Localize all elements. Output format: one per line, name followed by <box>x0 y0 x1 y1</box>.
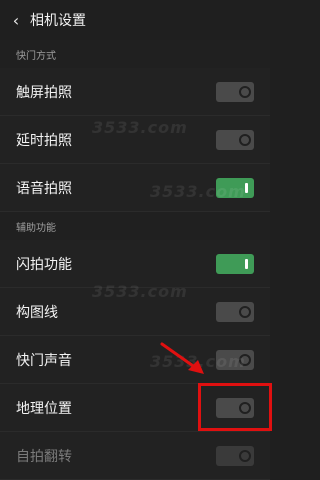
setting-label: 构图线 <box>16 304 58 321</box>
toggle-knob <box>239 85 251 98</box>
page-title: 相机设置 <box>30 13 86 29</box>
section-header-assist: 辅助功能 <box>0 212 270 240</box>
back-button[interactable]: ‹ <box>4 0 28 40</box>
section-header-shutter: 快门方式 <box>0 40 270 68</box>
setting-label: 闪拍功能 <box>16 256 72 273</box>
toggle-knob <box>245 258 248 269</box>
header-bar: ‹ 相机设置 <box>0 0 270 40</box>
watermark-text: 3533.com <box>92 282 188 301</box>
annotation-arrow-icon <box>160 342 204 374</box>
setting-row-touch-shoot[interactable]: 触屏拍照 <box>0 68 270 116</box>
toggle-knob <box>239 133 251 146</box>
setting-label: 触屏拍照 <box>16 84 72 101</box>
watermark-text: 3533.com <box>92 118 188 137</box>
watermark-text: 3533.com <box>150 182 246 201</box>
setting-row-flash-shoot[interactable]: 闪拍功能 <box>0 240 270 288</box>
chevron-left-icon: ‹ <box>12 10 20 30</box>
toggle-switch[interactable] <box>216 301 254 322</box>
setting-label: 快门声音 <box>16 352 72 369</box>
setting-row-selfie-flip: 自拍翻转 <box>0 432 270 480</box>
highlight-box <box>198 383 272 431</box>
toggle-knob <box>239 305 251 318</box>
setting-label: 自拍翻转 <box>16 448 72 465</box>
toggle-switch[interactable] <box>216 129 254 150</box>
setting-label: 地理位置 <box>16 400 72 417</box>
setting-label: 语音拍照 <box>16 180 72 197</box>
toggle-switch[interactable] <box>216 253 254 274</box>
toggle-switch[interactable] <box>216 81 254 102</box>
setting-label: 延时拍照 <box>16 132 72 149</box>
toggle-switch <box>216 445 254 466</box>
toggle-knob <box>239 449 251 462</box>
